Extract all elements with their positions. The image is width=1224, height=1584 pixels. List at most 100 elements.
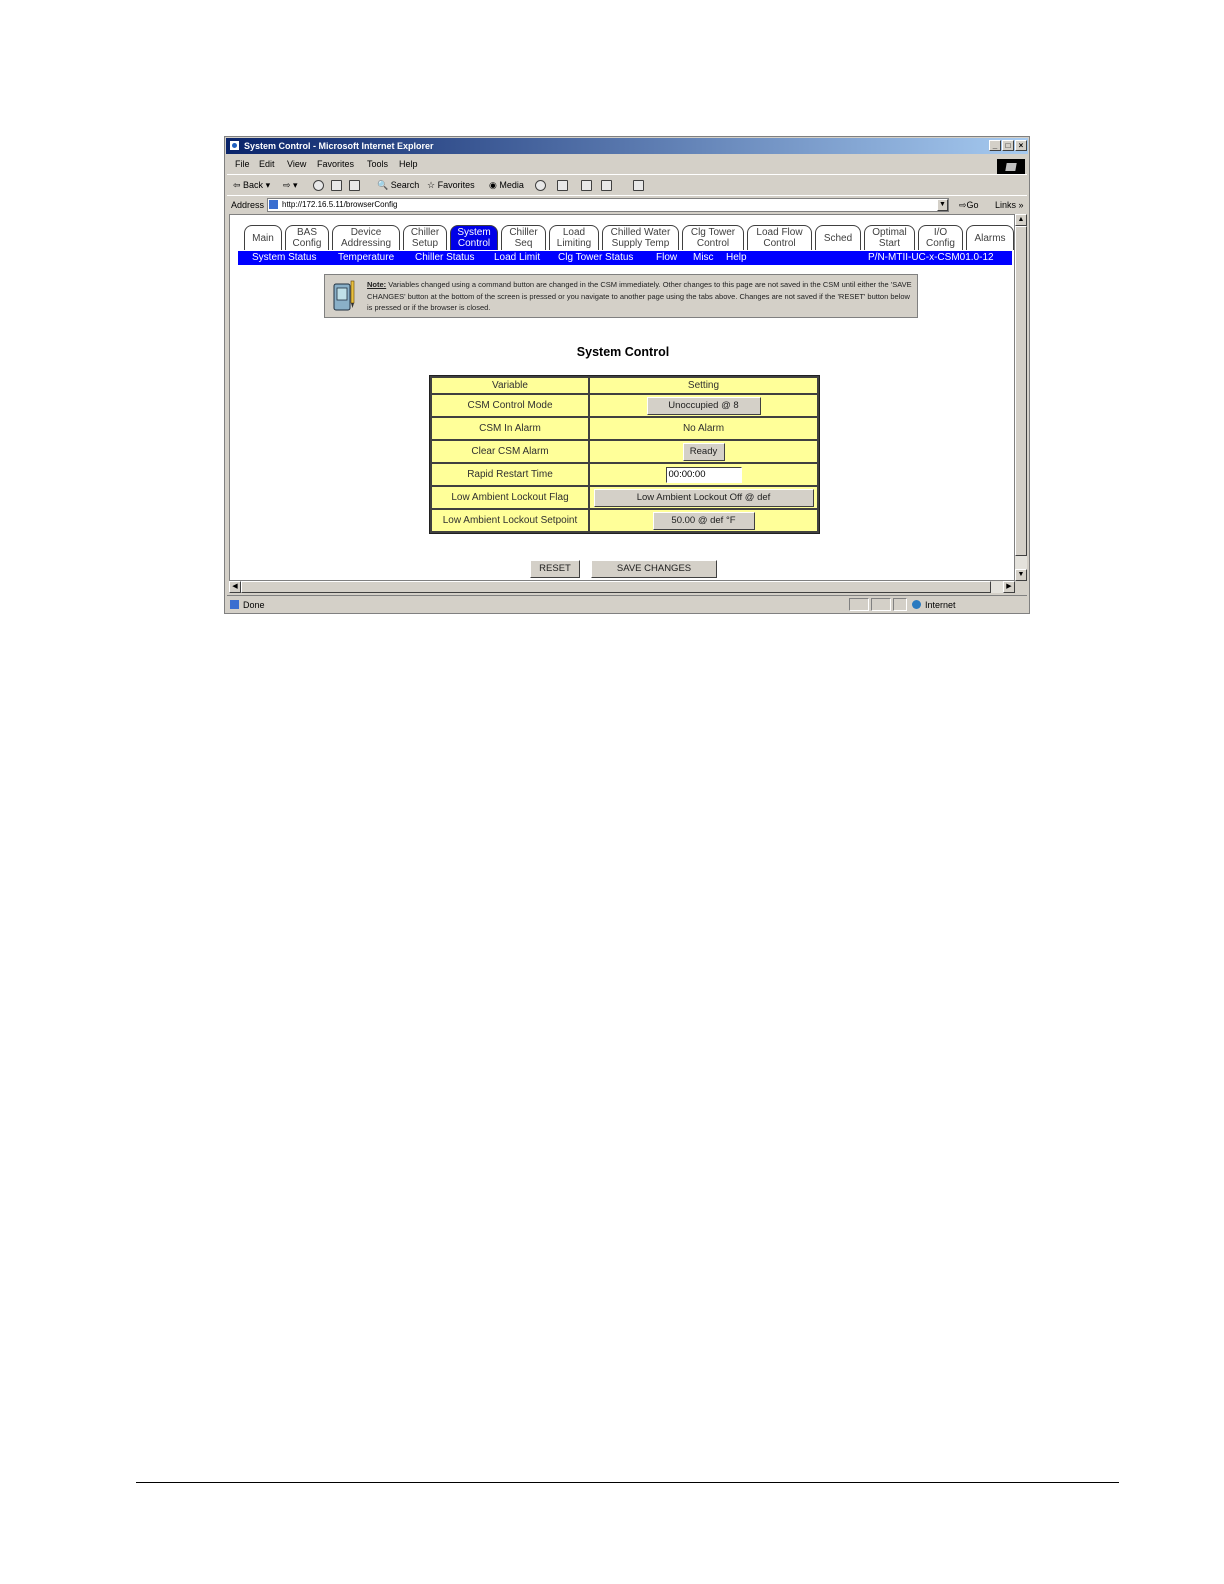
browser-window: System Control - Microsoft Internet Expl… xyxy=(224,136,1030,614)
tab-device-addressing[interactable]: Device Addressing xyxy=(332,225,400,250)
low-ambient-lockout-setpoint-button[interactable]: 50.00 @ def °F xyxy=(652,511,755,530)
minimize-button[interactable]: _ xyxy=(989,140,1001,151)
row-label: Low Ambient Lockout Setpoint xyxy=(432,510,588,531)
window-title: System Control - Microsoft Internet Expl… xyxy=(244,141,434,151)
vertical-scrollbar[interactable]: ▲ ▼ xyxy=(1015,214,1027,581)
media-button[interactable]: ◉ Media xyxy=(489,180,524,191)
clear-csm-alarm-button[interactable]: Ready xyxy=(682,442,725,461)
tab-load-flow-control[interactable]: Load Flow Control xyxy=(747,225,812,250)
footer-rule xyxy=(136,1482,1119,1483)
tab-chiller-seq[interactable]: Chiller Seq xyxy=(501,225,546,250)
menu-favorites[interactable]: Favorites xyxy=(317,159,354,169)
tab-main[interactable]: Main xyxy=(244,225,282,250)
row-label: Rapid Restart Time xyxy=(432,464,588,485)
status-cell xyxy=(893,598,907,611)
refresh-icon[interactable] xyxy=(331,180,342,191)
subnav-load-limit[interactable]: Load Limit xyxy=(494,251,540,265)
address-input[interactable]: http://172.16.5.11/browserConfig xyxy=(267,198,949,212)
menu-bar: File Edit View Favorites Tools Help xyxy=(227,155,1027,175)
note-text: Note: Variables changed using a command … xyxy=(367,280,912,312)
ie-throbber-icon xyxy=(997,159,1025,175)
row-label: Low Ambient Lockout Flag xyxy=(432,487,588,508)
internet-globe-icon xyxy=(912,600,921,609)
address-bar: Address http://172.16.5.11/browserConfig… xyxy=(227,195,1027,214)
links-button[interactable]: Links » xyxy=(995,200,1024,210)
menu-view[interactable]: View xyxy=(287,159,306,169)
scroll-left-icon[interactable]: ◀ xyxy=(229,581,241,593)
tab-clg-tower-control[interactable]: Clg Tower Control xyxy=(682,225,744,250)
status-text: Done xyxy=(243,600,265,610)
subnav-help[interactable]: Help xyxy=(726,251,747,265)
favorites-button[interactable]: ☆ Favorites xyxy=(427,180,475,191)
row-setting: Ready xyxy=(590,441,817,462)
note-box: Note: Variables changed using a command … xyxy=(324,274,918,318)
mail-icon[interactable] xyxy=(557,180,568,191)
subnav-temperature[interactable]: Temperature xyxy=(338,251,394,265)
menu-tools[interactable]: Tools xyxy=(367,159,388,169)
stop-icon[interactable] xyxy=(313,180,324,191)
tab-optimal-start[interactable]: Optimal Start xyxy=(864,225,915,250)
row-setting: 00:00:00 xyxy=(590,464,817,485)
horizontal-scroll-thumb[interactable] xyxy=(241,581,991,593)
row-setting: Low Ambient Lockout Off @ def xyxy=(590,487,817,508)
history-icon[interactable] xyxy=(535,180,546,191)
tab-system-control[interactable]: System Control xyxy=(450,225,498,250)
tab-load-limiting[interactable]: Load Limiting xyxy=(549,225,599,250)
tab-alarms[interactable]: Alarms xyxy=(966,225,1014,250)
row-setting: 50.00 @ def °F xyxy=(590,510,817,531)
horizontal-scrollbar[interactable]: ◀ ▶ xyxy=(229,581,1015,593)
ie-icon xyxy=(229,140,240,151)
tab-sched[interactable]: Sched xyxy=(815,225,861,250)
status-cell xyxy=(849,598,869,611)
menu-edit[interactable]: Edit xyxy=(259,159,275,169)
page-done-icon xyxy=(230,600,239,609)
csm-control-mode-button[interactable]: Unoccupied @ 8 xyxy=(646,396,761,415)
scroll-right-icon[interactable]: ▶ xyxy=(1003,581,1015,593)
go-button[interactable]: ⇨Go xyxy=(959,200,979,211)
maximize-button[interactable]: □ xyxy=(1002,140,1014,151)
low-ambient-lockout-flag-button[interactable]: Low Ambient Lockout Off @ def xyxy=(593,488,814,507)
notepad-icon xyxy=(333,280,355,311)
forward-button[interactable]: ⇨ ▾ xyxy=(283,180,298,191)
menu-file[interactable]: File xyxy=(235,159,250,169)
search-button[interactable]: 🔍 Search xyxy=(377,180,419,191)
row-label: CSM In Alarm xyxy=(432,418,588,439)
security-zone: Internet xyxy=(925,600,956,610)
page-viewport: Main BAS Config Device Addressing Chille… xyxy=(229,214,1015,581)
save-changes-button[interactable]: SAVE CHANGES xyxy=(591,560,717,578)
tab-bas-config[interactable]: BAS Config xyxy=(285,225,329,250)
print-icon[interactable] xyxy=(581,180,592,191)
subnav-chiller-status[interactable]: Chiller Status xyxy=(415,251,474,265)
reset-button[interactable]: RESET xyxy=(530,560,580,578)
table-row: Low Ambient Lockout Setpoint 50.00 @ def… xyxy=(432,510,817,531)
csm-in-alarm-value: No Alarm xyxy=(590,418,817,439)
toolbar: ⇦ Back ▾ ⇨ ▾ 🔍 Search ☆ Favorites ◉ Medi… xyxy=(227,174,1027,195)
subnav-flow[interactable]: Flow xyxy=(656,251,677,265)
rapid-restart-time-input[interactable]: 00:00:00 xyxy=(665,466,742,483)
table-header-row: Variable Setting xyxy=(432,378,817,393)
home-icon[interactable] xyxy=(349,180,360,191)
edit-icon[interactable] xyxy=(601,180,612,191)
table-row: CSM In Alarm No Alarm xyxy=(432,418,817,439)
system-control-table: Variable Setting CSM Control Mode Unoccu… xyxy=(429,375,820,534)
subnav-system-status[interactable]: System Status xyxy=(252,251,316,265)
close-button[interactable]: × xyxy=(1015,140,1027,151)
address-dropdown-icon[interactable]: ▼ xyxy=(937,199,948,211)
subnav-clg-tower-status[interactable]: Clg Tower Status xyxy=(558,251,633,265)
table-row: CSM Control Mode Unoccupied @ 8 xyxy=(432,395,817,416)
page-icon xyxy=(269,200,278,209)
table-row: Low Ambient Lockout Flag Low Ambient Loc… xyxy=(432,487,817,508)
back-button[interactable]: ⇦ Back ▾ xyxy=(233,180,270,191)
tab-chilled-water-supply-temp[interactable]: Chilled Water Supply Temp xyxy=(602,225,679,250)
vertical-scroll-thumb[interactable] xyxy=(1015,226,1027,556)
menu-help[interactable]: Help xyxy=(399,159,418,169)
scroll-up-icon[interactable]: ▲ xyxy=(1015,214,1027,226)
sub-navigation: System Status Temperature Chiller Status… xyxy=(238,251,1012,265)
tab-chiller-setup[interactable]: Chiller Setup xyxy=(403,225,447,250)
header-variable: Variable xyxy=(432,378,588,393)
discuss-icon[interactable] xyxy=(633,180,644,191)
subnav-misc[interactable]: Misc xyxy=(693,251,714,265)
scroll-down-icon[interactable]: ▼ xyxy=(1015,569,1027,581)
row-setting: Unoccupied @ 8 xyxy=(590,395,817,416)
tab-io-config[interactable]: I/O Config xyxy=(918,225,963,250)
